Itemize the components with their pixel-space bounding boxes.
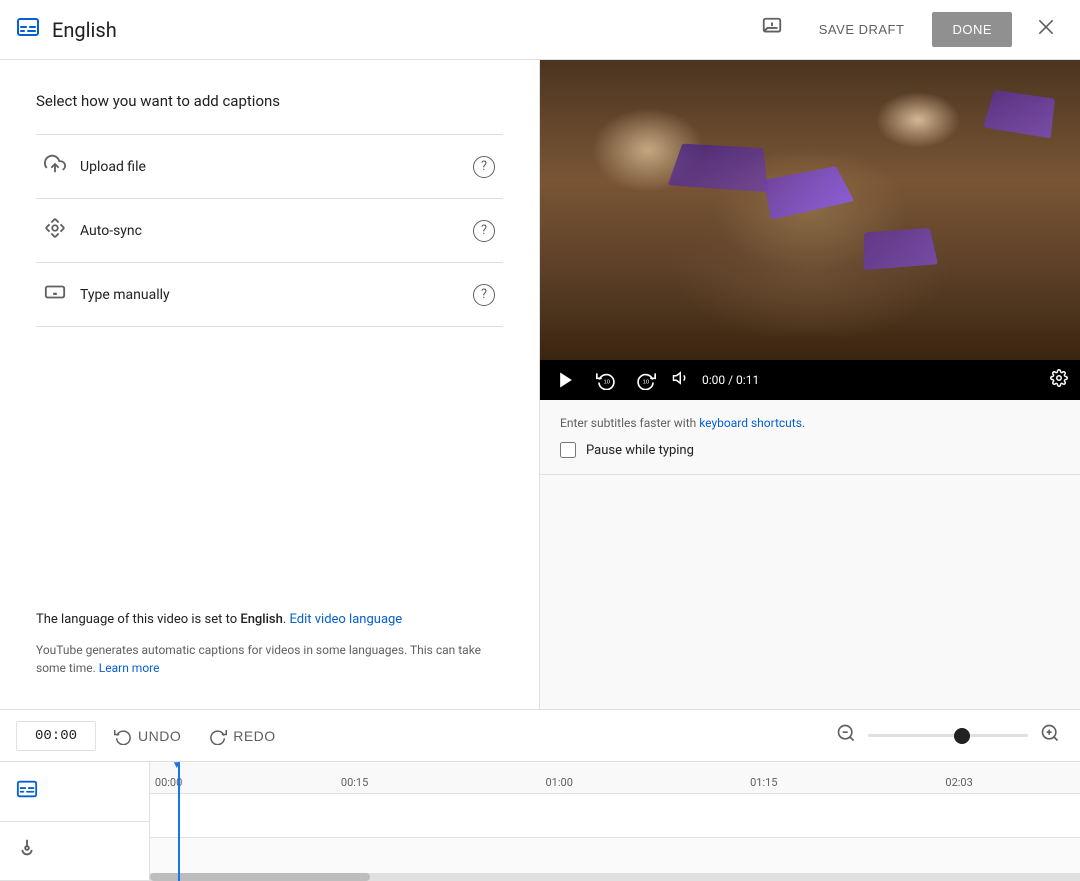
play-button[interactable] — [552, 366, 580, 394]
svg-text:10: 10 — [604, 379, 611, 385]
captions-track-row — [150, 794, 1080, 838]
screen-element-2 — [668, 144, 768, 193]
right-panel: 10 10 0:00 / 0:11 Enter subtitles faste — [540, 60, 1080, 709]
left-panel: Select how you want to add captions Uplo… — [0, 60, 540, 709]
subtitle-info: Enter subtitles faster with keyboard sho… — [540, 400, 1080, 475]
upload-icon — [44, 153, 80, 180]
track-labels — [0, 762, 150, 881]
track-rows — [150, 794, 1080, 881]
auto-sync-icon — [44, 217, 80, 244]
upload-file-label: Upload file — [80, 159, 473, 175]
header-right: SAVE DRAFT DONE — [753, 8, 1064, 52]
main-content: Select how you want to add captions Uplo… — [0, 60, 1080, 709]
pause-while-typing-checkbox[interactable] — [560, 442, 576, 458]
close-button[interactable] — [1028, 9, 1064, 51]
alert-button[interactable] — [753, 8, 791, 52]
timeline-section: 00:00 00:15 01:00 01:15 02:03 — [0, 761, 1080, 881]
save-draft-button[interactable]: SAVE DRAFT — [807, 14, 917, 45]
audio-track-icon — [16, 837, 38, 864]
screen-element — [864, 228, 938, 270]
option-list: Upload file ? Auto-sync ? Type manually … — [36, 134, 503, 327]
type-manually-option[interactable]: Type manually ? — [36, 263, 503, 327]
timeline-content[interactable]: 00:00 00:15 01:00 01:15 02:03 — [150, 762, 1080, 881]
auto-caption-notice: YouTube generates automatic captions for… — [36, 641, 503, 677]
video-settings-button[interactable] — [1050, 369, 1068, 392]
page-title: English — [52, 18, 117, 42]
timecode-input[interactable]: 00:00 — [16, 721, 96, 751]
zoom-out-button[interactable] — [832, 719, 860, 752]
time-marker-1: 00:15 — [341, 776, 368, 789]
rewind-button[interactable]: 10 — [592, 366, 620, 394]
zoom-slider[interactable] — [868, 734, 1028, 737]
video-controls: 10 10 0:00 / 0:11 — [540, 360, 1080, 400]
auto-sync-label: Auto-sync — [80, 223, 473, 239]
done-button[interactable]: DONE — [932, 12, 1012, 47]
volume-button[interactable] — [672, 369, 690, 392]
scrollbar-thumb[interactable] — [150, 873, 370, 881]
time-marker-4: 02:03 — [945, 776, 972, 789]
playhead[interactable] — [178, 762, 180, 881]
keyboard-shortcuts-link[interactable]: keyboard shortcuts. — [699, 416, 805, 430]
pause-while-typing-label[interactable]: Pause while typing — [586, 443, 694, 458]
header-left: English — [16, 15, 753, 45]
bottom-toolbar: 00:00 UNDO REDO — [0, 709, 1080, 761]
zoom-controls — [832, 719, 1064, 752]
auto-sync-option[interactable]: Auto-sync ? — [36, 199, 503, 263]
upload-file-option[interactable]: Upload file ? — [36, 135, 503, 199]
learn-more-link[interactable]: Learn more — [99, 661, 160, 675]
video-thumbnail — [540, 60, 1080, 360]
footer-text: The language of this video is set to Eng… — [36, 610, 503, 678]
subtitle-info-text: Enter subtitles faster with keyboard sho… — [560, 416, 1060, 430]
keyboard-icon — [44, 281, 80, 308]
captions-track-label — [0, 762, 149, 822]
video-container: 10 10 0:00 / 0:11 — [540, 60, 1080, 400]
panel-title: Select how you want to add captions — [36, 92, 503, 110]
timeline-scrollbar[interactable] — [150, 873, 1080, 881]
pause-checkbox-container: Pause while typing — [560, 442, 1060, 458]
type-manually-label: Type manually — [80, 287, 473, 303]
upload-file-help[interactable]: ? — [473, 156, 495, 178]
undo-button[interactable]: UNDO — [104, 721, 191, 751]
zoom-in-button[interactable] — [1036, 719, 1064, 752]
type-manually-help[interactable]: ? — [473, 284, 495, 306]
audio-track-label — [0, 822, 149, 881]
captions-track-icon — [16, 778, 38, 805]
time-marker-2: 01:00 — [545, 776, 572, 789]
redo-button[interactable]: REDO — [199, 721, 285, 751]
forward-button[interactable]: 10 — [632, 366, 660, 394]
auto-sync-help[interactable]: ? — [473, 220, 495, 242]
time-display: 0:00 / 0:11 — [702, 373, 1038, 387]
language-notice: The language of this video is set to Eng… — [36, 610, 503, 630]
subtitle-icon — [16, 15, 40, 45]
time-marker-3: 01:15 — [750, 776, 777, 789]
svg-text:10: 10 — [643, 379, 650, 385]
video-scene — [540, 60, 1080, 360]
header: English SAVE DRAFT DONE — [0, 0, 1080, 60]
timeline-ruler: 00:00 00:15 01:00 01:15 02:03 — [150, 762, 1080, 794]
edit-language-link[interactable]: Edit video language — [290, 612, 403, 627]
